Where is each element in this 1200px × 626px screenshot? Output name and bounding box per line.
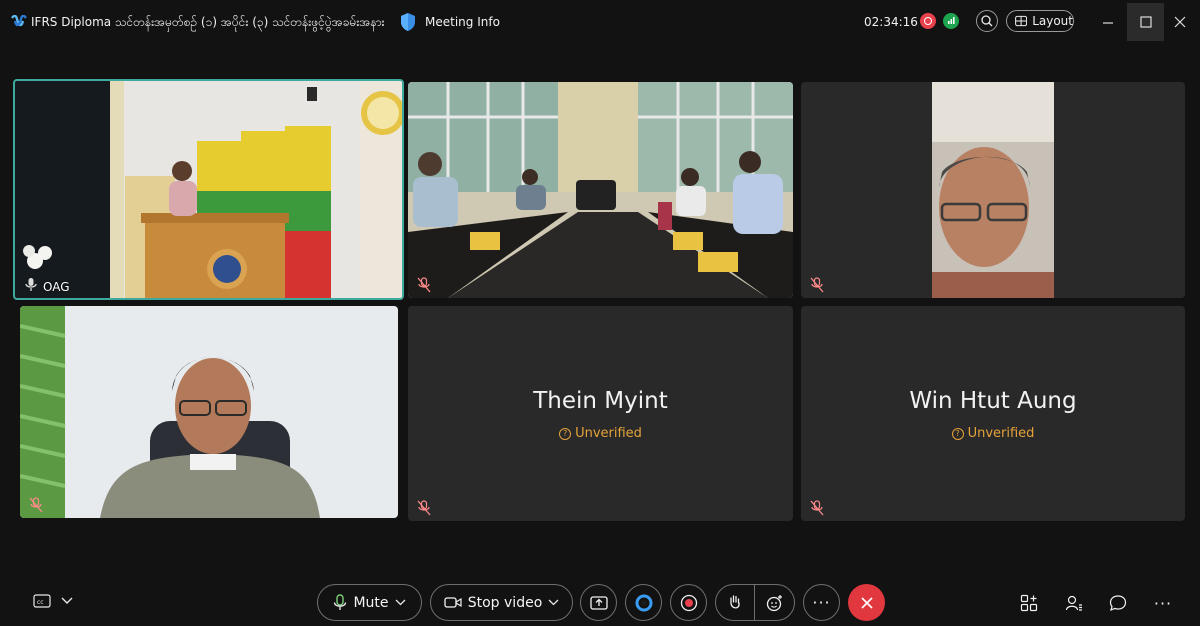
maximize-icon (1139, 16, 1152, 28)
video-feed-participant-4 (20, 306, 398, 518)
chat-icon (1109, 595, 1127, 612)
smiley-plus-icon (766, 594, 782, 611)
close-icon[interactable] (1172, 14, 1188, 30)
mute-label: Mute (353, 594, 389, 611)
video-tile-win-htut-aung[interactable]: Win Htut Aung ? Unverified (801, 306, 1185, 521)
more-options-button[interactable]: ··· (803, 584, 840, 621)
record-icon (680, 594, 697, 611)
webex-logo-icon (11, 15, 27, 27)
participants-button[interactable] (1063, 592, 1085, 614)
minimize-icon[interactable] (1100, 14, 1116, 30)
mic-muted-icon (807, 499, 827, 517)
mic-muted-icon (414, 276, 434, 294)
captions-control[interactable]: cc (33, 594, 73, 608)
layout-grid-icon (1015, 15, 1028, 27)
maximize-button[interactable] (1127, 3, 1164, 41)
title-bar: IFRS Diploma သင်တန်းအမှတ်စဉ် (၁) အပိုင်း… (0, 0, 1200, 44)
unverified-status: ? Unverified (801, 426, 1185, 441)
close-icon (860, 596, 873, 609)
unverified-icon: ? (951, 427, 964, 440)
video-feed-conference-room (408, 82, 793, 298)
stop-video-label: Stop video (467, 594, 543, 611)
video-feed-participant-3 (932, 82, 1054, 298)
apps-button[interactable] (1018, 592, 1040, 614)
video-feed-podium (15, 81, 402, 298)
unverified-status: ? Unverified (408, 426, 793, 441)
video-tile-oag[interactable]: OAG (13, 79, 404, 300)
unverified-label: Unverified (575, 426, 642, 441)
more-icon: ··· (1153, 593, 1173, 613)
participant-name: Win Htut Aung (909, 388, 1077, 414)
video-tile-participant-4[interactable] (20, 306, 398, 518)
raise-hand-button[interactable] (716, 584, 755, 621)
video-camera-icon (444, 597, 462, 608)
chevron-down-icon[interactable] (548, 599, 559, 606)
share-screen-icon (589, 595, 608, 610)
participant-name: Thein Myint (533, 388, 668, 414)
apps-icon (1020, 594, 1038, 612)
end-meeting-button[interactable] (848, 584, 885, 621)
microphone-icon (334, 593, 347, 610)
participant-name: OAG (43, 280, 70, 294)
share-button[interactable] (580, 584, 617, 621)
mic-muted-icon (26, 496, 46, 514)
unverified-label: Unverified (967, 426, 1035, 441)
video-tile-conference-room[interactable] (408, 82, 793, 298)
more-panels-button[interactable]: ··· (1152, 592, 1174, 614)
ai-assistant-icon (635, 594, 652, 611)
record-button[interactable] (670, 584, 707, 621)
meeting-info-link[interactable]: Meeting Info (425, 15, 500, 29)
chat-button[interactable] (1107, 592, 1129, 614)
video-tile-thein-myint[interactable]: Thein Myint ? Unverified (408, 306, 793, 521)
mute-button[interactable]: Mute (317, 584, 422, 621)
layout-label: Layout (1032, 14, 1073, 28)
reactions-group[interactable] (715, 584, 795, 621)
video-tile-participant-3[interactable] (801, 82, 1185, 298)
more-icon: ··· (812, 593, 831, 612)
mic-muted-icon (414, 499, 434, 517)
closed-captions-icon[interactable]: cc (33, 594, 51, 608)
ai-assistant-button[interactable] (625, 584, 662, 621)
network-health-icon[interactable] (943, 13, 959, 29)
layout-button[interactable]: Layout (1006, 10, 1074, 32)
participants-icon (1065, 595, 1082, 611)
svg-text:cc: cc (37, 599, 44, 606)
chevron-down-icon[interactable] (395, 599, 406, 606)
meeting-timer: 02:34:16 (864, 15, 918, 29)
raise-hand-icon (730, 594, 740, 609)
stop-video-button[interactable]: Stop video (430, 584, 573, 621)
unverified-icon: ? (559, 427, 572, 440)
mic-muted-icon (21, 276, 41, 294)
recording-indicator-icon[interactable] (920, 13, 936, 29)
shield-icon[interactable] (399, 12, 417, 32)
mic-muted-icon (807, 276, 827, 294)
reactions-button[interactable] (755, 584, 794, 621)
meeting-title: IFRS Diploma သင်တန်းအမှတ်စဉ် (၁) အပိုင်း… (31, 15, 385, 29)
zoom-button[interactable] (976, 10, 998, 32)
chevron-down-icon[interactable] (61, 597, 73, 605)
